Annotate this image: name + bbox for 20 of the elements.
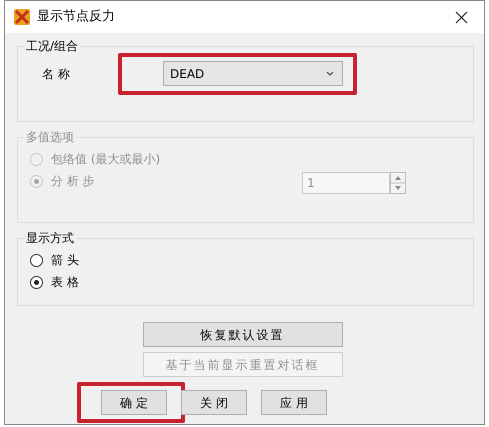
caret-icon [326, 71, 334, 76]
group-title: 多值选项 [24, 129, 76, 145]
radio-label: 包络值 (最大或最小) [51, 151, 160, 168]
group-title: 显示方式 [24, 230, 76, 246]
dialog-button[interactable]: 关 闭 [181, 390, 247, 415]
app-icon [13, 8, 31, 26]
spinner-arrows[interactable] [390, 172, 406, 194]
close-icon [454, 10, 468, 24]
window-title: 显示节点反力 [37, 8, 115, 26]
dialog-button[interactable]: 应 用 [261, 390, 327, 415]
dialog-button[interactable]: 确 定 [101, 390, 167, 415]
radio-label: 表 格 [51, 274, 79, 291]
restore-defaults-button[interactable]: 恢复默认设置 [142, 322, 342, 347]
group-title: 工况/组合 [24, 38, 80, 54]
radio-label: 分 析 步 [51, 173, 95, 190]
radio-label: 箭 头 [51, 252, 79, 269]
dropdown[interactable]: DEAD [163, 61, 343, 86]
radio-circle[interactable] [30, 276, 43, 288]
radio-circle[interactable] [30, 254, 43, 266]
field-label: 名 称 [41, 66, 71, 83]
